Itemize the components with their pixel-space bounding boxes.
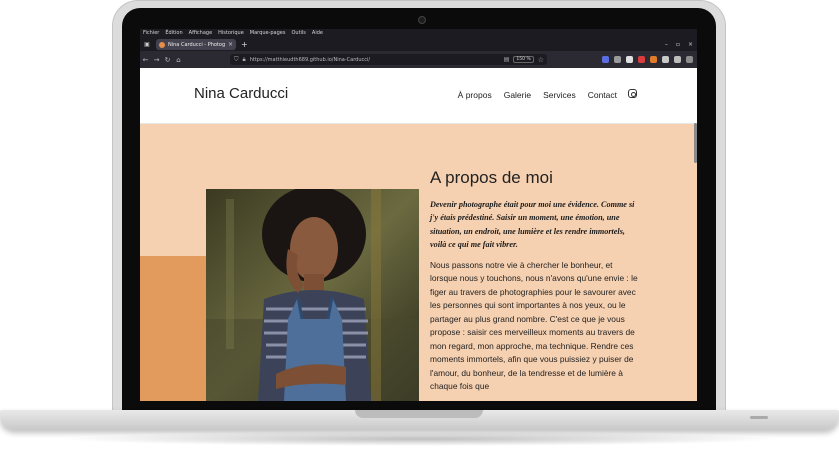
zoom-level[interactable]: 150 % — [513, 56, 534, 63]
laptop-opening-notch — [355, 410, 483, 418]
nav-link-about[interactable]: À propos — [458, 90, 492, 100]
extension-icon-4[interactable] — [662, 56, 669, 63]
nav-link-gallery[interactable]: Galerie — [504, 90, 531, 100]
webcam — [418, 16, 426, 24]
extension-icon-1[interactable] — [626, 56, 633, 63]
pocket-icon[interactable] — [602, 56, 609, 63]
browser-tabbar: ▣ Nina Carducci - Photographe × + – ▫ × — [140, 38, 697, 51]
instagram-icon[interactable] — [628, 89, 637, 98]
bookmark-star-icon[interactable]: ☆ — [538, 56, 547, 64]
reload-icon[interactable]: ↻ — [162, 56, 173, 64]
browser-navbar: ← → ↻ ⌂ ⛉ 🔒︎ https://matthieudth689.gith… — [140, 51, 697, 68]
scrollbar-thumb[interactable] — [694, 123, 697, 163]
app-menu-icon[interactable] — [686, 56, 693, 63]
menu-file[interactable]: Fichier — [143, 29, 159, 38]
tab-list-icon[interactable]: ▣ — [140, 38, 154, 51]
about-quote: Devenir photographe était pour moi une é… — [430, 200, 635, 250]
web-page: Nina Carducci À propos Galerie Services … — [140, 68, 697, 401]
reader-view-icon[interactable]: ▤ — [504, 56, 510, 63]
download-icon[interactable] — [614, 56, 621, 63]
menu-tools[interactable]: Outils — [291, 29, 305, 38]
laptop-shadow — [60, 432, 780, 446]
shield-icon[interactable]: ⛉ — [234, 56, 239, 64]
extension-icon-3[interactable] — [650, 56, 657, 63]
laptop-screen: Fichier Édition Affichage Historique Mar… — [140, 29, 697, 401]
lock-icon[interactable]: 🔒︎ — [243, 56, 246, 64]
menu-bookmarks[interactable]: Marque-pages — [250, 29, 286, 38]
minimize-button[interactable]: – — [665, 41, 668, 48]
menu-history[interactable]: Historique — [218, 29, 244, 38]
site-logo-name[interactable]: Nina Carducci — [194, 85, 288, 102]
laptop-indicator — [750, 416, 768, 419]
close-window-button[interactable]: × — [688, 41, 693, 48]
site-nav: À propos Galerie Services Contact — [458, 90, 617, 100]
nav-link-contact[interactable]: Contact — [588, 90, 617, 100]
about-section: A propos de moi Devenir photographe étai… — [430, 168, 640, 394]
url-text: https://matthieudth689.github.io/Nina-Ca… — [249, 56, 371, 63]
menu-help[interactable]: Aide — [312, 29, 323, 38]
tab-close-icon[interactable]: × — [228, 41, 233, 48]
back-icon[interactable]: ← — [140, 56, 151, 64]
nav-link-services[interactable]: Services — [543, 90, 576, 100]
decorative-orange-block — [140, 256, 206, 401]
portrait-photo — [206, 189, 419, 401]
extensions-toolbar — [602, 54, 693, 65]
browser-tab-active[interactable]: Nina Carducci - Photographe × — [156, 39, 236, 50]
address-bar[interactable]: ⛉ 🔒︎ https://matthieudth689.github.io/Ni… — [230, 54, 547, 65]
forward-icon[interactable]: → — [151, 56, 162, 64]
home-icon[interactable]: ⌂ — [173, 56, 184, 64]
favicon-icon — [159, 41, 165, 48]
extensions-puzzle-icon[interactable] — [674, 56, 681, 63]
window-controls: – ▫ × — [665, 38, 693, 51]
about-body: Nous passons notre vie à chercher le bon… — [430, 259, 638, 392]
site-header: Nina Carducci À propos Galerie Services … — [140, 68, 697, 124]
tab-title: Nina Carducci - Photographe — [168, 41, 225, 48]
new-tab-button[interactable]: + — [241, 40, 248, 49]
menu-view[interactable]: Affichage — [189, 29, 213, 38]
menu-edit[interactable]: Édition — [165, 29, 182, 38]
browser-menubar: Fichier Édition Affichage Historique Mar… — [140, 29, 697, 38]
maximize-button[interactable]: ▫ — [676, 41, 680, 48]
about-title: A propos de moi — [430, 168, 553, 187]
extension-icon-2[interactable] — [638, 56, 645, 63]
